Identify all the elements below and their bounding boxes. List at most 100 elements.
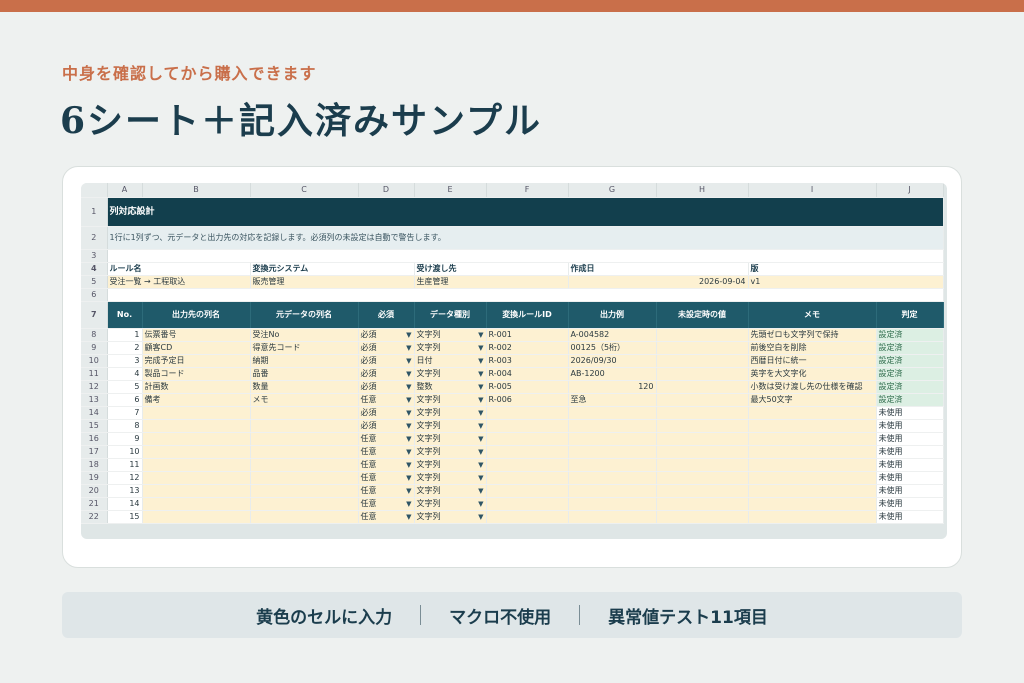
cell-default-value[interactable] bbox=[656, 354, 749, 368]
cell-output-column[interactable]: 計画数 bbox=[142, 380, 251, 394]
cell-memo[interactable] bbox=[748, 497, 877, 511]
cell-rule-id[interactable]: R-004 bbox=[486, 367, 569, 381]
cell-memo[interactable]: 先頭ゼロも文字列で保持 bbox=[748, 328, 877, 342]
row-number[interactable]: 7 bbox=[81, 301, 108, 329]
row-number[interactable]: 13 bbox=[81, 393, 108, 407]
dropdown-arrow-icon[interactable]: ▼ bbox=[478, 420, 483, 432]
cell-data-type-dropdown[interactable]: 文字列 ▼ bbox=[414, 328, 487, 342]
cell-memo[interactable] bbox=[748, 458, 877, 472]
meta-version-value[interactable]: v1 bbox=[748, 275, 944, 289]
cell-rule-id[interactable]: R-005 bbox=[486, 380, 569, 394]
cell-memo[interactable] bbox=[748, 484, 877, 498]
cell-source-column[interactable] bbox=[250, 458, 359, 472]
cell-output-column[interactable] bbox=[142, 471, 251, 485]
meta-rule-name-value[interactable]: 受注一覧 → 工程取込 bbox=[107, 275, 251, 289]
cell-rule-id[interactable]: R-003 bbox=[486, 354, 569, 368]
cell-required-dropdown[interactable]: 任意 ▼ bbox=[358, 497, 415, 511]
dropdown-arrow-icon[interactable]: ▼ bbox=[478, 368, 483, 380]
dropdown-arrow-icon[interactable]: ▼ bbox=[406, 368, 411, 380]
row-number[interactable]: 10 bbox=[81, 354, 108, 368]
dropdown-arrow-icon[interactable]: ▼ bbox=[406, 329, 411, 341]
column-header-H[interactable]: H bbox=[656, 183, 749, 198]
cell-output-column[interactable]: 完成予定日 bbox=[142, 354, 251, 368]
cell-data-type-dropdown[interactable]: 文字列 ▼ bbox=[414, 510, 487, 524]
cell-rule-id[interactable] bbox=[486, 497, 569, 511]
row-number[interactable]: 14 bbox=[81, 406, 108, 420]
meta-destination-value[interactable]: 生産管理 bbox=[414, 275, 569, 289]
cell-default-value[interactable] bbox=[656, 406, 749, 420]
cell-default-value[interactable] bbox=[656, 419, 749, 433]
row-number[interactable]: 12 bbox=[81, 380, 108, 394]
cell-output-example[interactable]: 120 bbox=[568, 380, 657, 394]
row-number[interactable]: 11 bbox=[81, 367, 108, 381]
dropdown-arrow-icon[interactable]: ▼ bbox=[406, 511, 411, 523]
cell-source-column[interactable] bbox=[250, 419, 359, 433]
cell-rule-id[interactable] bbox=[486, 458, 569, 472]
cell-output-example[interactable] bbox=[568, 432, 657, 446]
dropdown-arrow-icon[interactable]: ▼ bbox=[478, 485, 483, 497]
dropdown-arrow-icon[interactable]: ▼ bbox=[406, 394, 411, 406]
column-header-E[interactable]: E bbox=[414, 183, 487, 198]
cell-rule-id[interactable] bbox=[486, 432, 569, 446]
dropdown-arrow-icon[interactable]: ▼ bbox=[478, 381, 483, 393]
cell-rule-id[interactable] bbox=[486, 471, 569, 485]
cell-default-value[interactable] bbox=[656, 432, 749, 446]
row-number[interactable]: 6 bbox=[81, 288, 108, 302]
row-number[interactable]: 15 bbox=[81, 419, 108, 433]
cell-required-dropdown[interactable]: 任意 ▼ bbox=[358, 445, 415, 459]
cell-required-dropdown[interactable]: 任意 ▼ bbox=[358, 393, 415, 407]
dropdown-arrow-icon[interactable]: ▼ bbox=[406, 498, 411, 510]
cell-output-example[interactable]: 00125（5桁） bbox=[568, 341, 657, 355]
cell-memo[interactable]: 西暦日付に統一 bbox=[748, 354, 877, 368]
dropdown-arrow-icon[interactable]: ▼ bbox=[406, 342, 411, 354]
cell-memo[interactable] bbox=[748, 406, 877, 420]
cell-default-value[interactable] bbox=[656, 484, 749, 498]
dropdown-arrow-icon[interactable]: ▼ bbox=[478, 329, 483, 341]
cell-default-value[interactable] bbox=[656, 471, 749, 485]
cell-output-example[interactable] bbox=[568, 510, 657, 524]
cell-rule-id[interactable]: R-006 bbox=[486, 393, 569, 407]
cell-default-value[interactable] bbox=[656, 380, 749, 394]
cell-output-example[interactable] bbox=[568, 419, 657, 433]
cell-data-type-dropdown[interactable]: 文字列 ▼ bbox=[414, 406, 487, 420]
cell-default-value[interactable] bbox=[656, 510, 749, 524]
cell-default-value[interactable] bbox=[656, 393, 749, 407]
column-header-I[interactable]: I bbox=[748, 183, 877, 198]
cell-memo[interactable]: 最大50文字 bbox=[748, 393, 877, 407]
cell-data-type-dropdown[interactable]: 文字列 ▼ bbox=[414, 432, 487, 446]
cell-data-type-dropdown[interactable]: 文字列 ▼ bbox=[414, 484, 487, 498]
dropdown-arrow-icon[interactable]: ▼ bbox=[406, 407, 411, 419]
cell-default-value[interactable] bbox=[656, 341, 749, 355]
dropdown-arrow-icon[interactable]: ▼ bbox=[478, 342, 483, 354]
cell-source-column[interactable]: 品番 bbox=[250, 367, 359, 381]
cell-rule-id[interactable]: R-002 bbox=[486, 341, 569, 355]
cell-output-example[interactable]: A-004582 bbox=[568, 328, 657, 342]
row-number[interactable]: 16 bbox=[81, 432, 108, 446]
cell-source-column[interactable]: 納期 bbox=[250, 354, 359, 368]
cell-output-column[interactable] bbox=[142, 445, 251, 459]
cell-output-example[interactable] bbox=[568, 484, 657, 498]
cell-data-type-dropdown[interactable]: 文字列 ▼ bbox=[414, 497, 487, 511]
cell-output-column[interactable] bbox=[142, 484, 251, 498]
cell-output-column[interactable] bbox=[142, 419, 251, 433]
cell-required-dropdown[interactable]: 任意 ▼ bbox=[358, 432, 415, 446]
row-number[interactable]: 2 bbox=[81, 226, 108, 250]
cell-output-column[interactable] bbox=[142, 510, 251, 524]
cell-source-column[interactable] bbox=[250, 406, 359, 420]
cell-rule-id[interactable] bbox=[486, 406, 569, 420]
row-number[interactable]: 3 bbox=[81, 249, 108, 263]
cell-required-dropdown[interactable]: 必須 ▼ bbox=[358, 419, 415, 433]
cell-memo[interactable] bbox=[748, 419, 877, 433]
cell-output-example[interactable] bbox=[568, 471, 657, 485]
cell-data-type-dropdown[interactable]: 整数 ▼ bbox=[414, 380, 487, 394]
dropdown-arrow-icon[interactable]: ▼ bbox=[478, 433, 483, 445]
meta-created-date-value[interactable]: 2026-09-04 bbox=[568, 275, 749, 289]
cell-default-value[interactable] bbox=[656, 445, 749, 459]
cell-memo[interactable]: 小数は受け渡し先の仕様を確認 bbox=[748, 380, 877, 394]
row-number[interactable]: 22 bbox=[81, 510, 108, 524]
cell-output-column[interactable]: 製品コード bbox=[142, 367, 251, 381]
cell-memo[interactable] bbox=[748, 510, 877, 524]
cell-output-example[interactable]: 至急 bbox=[568, 393, 657, 407]
cell-output-column[interactable] bbox=[142, 432, 251, 446]
dropdown-arrow-icon[interactable]: ▼ bbox=[478, 459, 483, 471]
